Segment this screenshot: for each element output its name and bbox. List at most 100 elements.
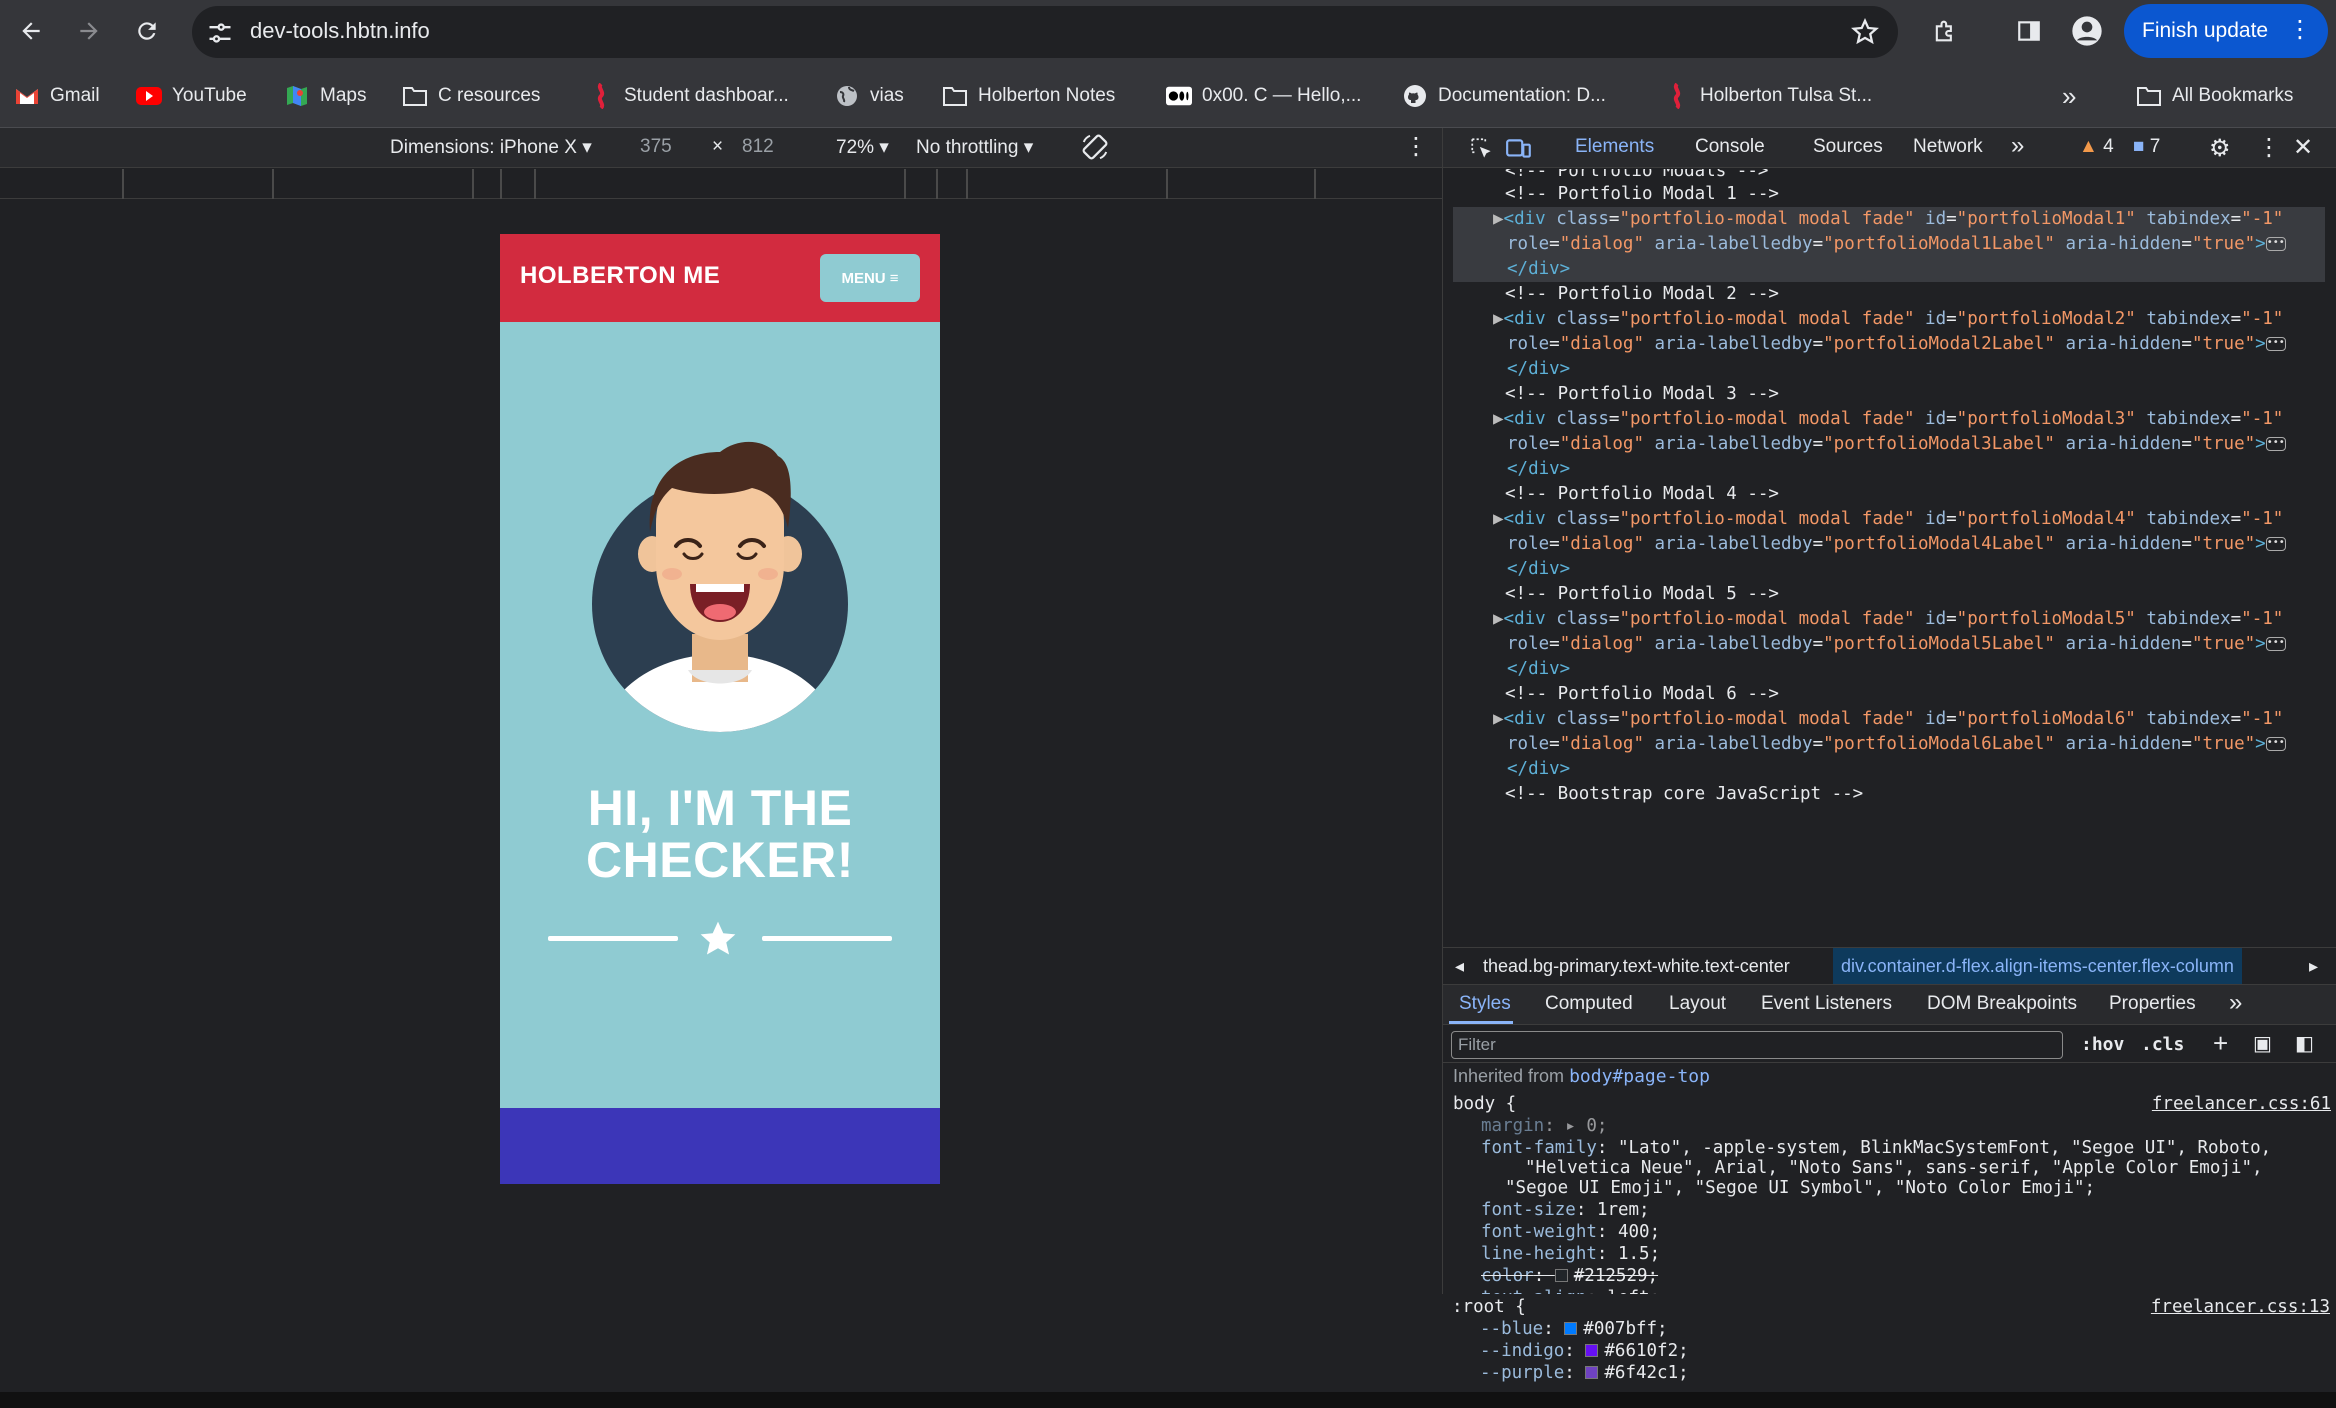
throttling-select[interactable]: No throttling ▾ — [916, 136, 1033, 159]
prop-indigo[interactable]: --indigo: #6610f2; — [1480, 1340, 1689, 1362]
profile-button[interactable] — [2070, 14, 2104, 48]
bookmark-student-dashboard[interactable]: Student dashboar... — [588, 81, 789, 111]
prop-margin[interactable]: margin: ▸ 0; — [1481, 1115, 1607, 1137]
rotate-button[interactable] — [1080, 132, 1110, 168]
cls-toggle[interactable]: .cls — [2141, 1034, 2184, 1055]
side-panel-icon — [2018, 21, 2040, 41]
bookmark-maps[interactable]: Maps — [284, 81, 366, 111]
ellipsis-icon[interactable]: ••• — [2265, 437, 2286, 451]
github-icon — [1402, 83, 1428, 109]
dom-comment: <!-- Portfolio Modal 4 --> — [1505, 484, 1779, 504]
prop-color[interactable]: color: #212529; — [1481, 1265, 1658, 1287]
site-info-icon[interactable] — [206, 19, 234, 47]
messages-badge[interactable]: ■ 7 — [2133, 136, 2160, 158]
bookmark-hello-c[interactable]: 0x00. C — Hello,... — [1166, 81, 1361, 111]
ellipsis-icon[interactable]: ••• — [2265, 537, 2286, 551]
dom-node-modal1-open[interactable]: ▶<div class="portfolio-modal modal fade"… — [1493, 207, 2336, 232]
color-swatch[interactable] — [1585, 1344, 1599, 1357]
tab-event-listeners[interactable]: Event Listeners — [1761, 993, 1892, 1015]
maps-icon — [284, 83, 310, 109]
menu-toggle-button[interactable]: MENU ≡ — [820, 254, 920, 302]
dom-node-modal6-open[interactable]: ▶<div class="portfolio-modal modal fade"… — [1493, 707, 2336, 732]
tab-computed[interactable]: Computed — [1545, 993, 1633, 1015]
styles-filter-input[interactable]: Filter — [1451, 1031, 2063, 1059]
breadcrumb-scroll-left[interactable]: ◂ — [1455, 956, 1464, 977]
bookmark-youtube[interactable]: YouTube — [136, 81, 247, 111]
ellipsis-icon[interactable]: ••• — [2265, 237, 2286, 251]
prop-blue[interactable]: --blue: #007bff; — [1480, 1318, 1668, 1340]
prop-line-height[interactable]: line-height: 1.5; — [1481, 1243, 1660, 1265]
inherited-selector[interactable]: body#page-top — [1569, 1066, 1710, 1087]
site-brand-link[interactable]: HOLBERTON ME — [520, 262, 720, 290]
bookmark-vias[interactable]: vias — [834, 81, 904, 111]
dom-node-modal4-open[interactable]: ▶<div class="portfolio-modal modal fade"… — [1493, 507, 2336, 532]
paint-icon[interactable]: ▣ — [2253, 1031, 2272, 1056]
hov-toggle[interactable]: :hov — [2081, 1034, 2124, 1055]
color-swatch[interactable] — [1564, 1322, 1578, 1335]
side-panel-button[interactable] — [2012, 14, 2046, 48]
forward-button[interactable] — [68, 10, 110, 52]
color-swatch[interactable] — [1554, 1269, 1568, 1282]
back-button[interactable] — [10, 10, 52, 52]
bookmark-label: Holberton Tulsa St... — [1700, 85, 1873, 106]
prop-font-size[interactable]: font-size: 1rem; — [1481, 1199, 1650, 1221]
device-toggle-icon[interactable] — [1505, 136, 1533, 162]
bookmark-holberton-notes[interactable]: Holberton Notes — [942, 81, 1115, 111]
devtools-more-icon[interactable]: ⋮ — [2257, 133, 2281, 162]
dom-tree[interactable]: <!-- Portfolio Modals --> <!-- Portfolio… — [1443, 169, 2336, 947]
breadcrumb-item[interactable]: thead.bg-primary.text-white.text-center — [1483, 956, 1790, 977]
settings-gear-icon[interactable]: ⚙ — [2209, 134, 2231, 163]
device-width-input[interactable]: 375 — [640, 136, 672, 158]
styles-filter-row: Filter :hov .cls + ▣ ◧ — [1443, 1025, 2336, 1063]
all-bookmarks-button[interactable]: All Bookmarks — [2136, 81, 2293, 111]
color-swatch[interactable] — [1585, 1366, 1599, 1379]
tab-console[interactable]: Console — [1695, 136, 1765, 158]
tab-styles[interactable]: Styles — [1459, 993, 1511, 1015]
devtools-panel: Elements Console Sources Network » ▲ 4 ■… — [1442, 128, 2336, 1394]
tab-sources[interactable]: Sources — [1813, 136, 1883, 158]
modal-label: "portfolioModal5Label" — [1823, 634, 2055, 654]
ellipsis-icon[interactable]: ••• — [2265, 637, 2286, 651]
prop-font-weight[interactable]: font-weight: 400; — [1481, 1221, 1660, 1243]
device-height-input[interactable]: 812 — [742, 136, 774, 158]
finish-update-button[interactable]: Finish update ⋮ — [2124, 4, 2328, 58]
prop-font-family[interactable]: font-family: "Lato", -apple-system, Blin… — [1481, 1137, 2271, 1159]
sidebar-toggle-icon[interactable]: ◧ — [2295, 1031, 2314, 1056]
dom-node-modal5-open[interactable]: ▶<div class="portfolio-modal modal fade"… — [1493, 607, 2336, 632]
add-rule-icon[interactable]: + — [2213, 1028, 2228, 1059]
dom-node-modal2-open[interactable]: ▶<div class="portfolio-modal modal fade"… — [1493, 307, 2336, 332]
ellipsis-icon[interactable]: ••• — [2265, 337, 2286, 351]
breadcrumb-scroll-right[interactable]: ▸ — [2309, 956, 2318, 977]
tab-dom-breakpoints[interactable]: DOM Breakpoints — [1927, 993, 2077, 1015]
more-style-tabs-icon[interactable]: » — [2229, 989, 2242, 1017]
extensions-button[interactable] — [1928, 14, 1962, 48]
bookmark-star-icon[interactable] — [1850, 17, 1880, 47]
ellipsis-icon[interactable]: ••• — [2265, 737, 2286, 751]
bookmark-c-resources[interactable]: C resources — [402, 81, 540, 111]
rule-selector: body { — [1453, 1094, 1517, 1114]
hero-heading: HI, I'M THE CHECKER! — [500, 782, 940, 886]
tab-layout[interactable]: Layout — [1669, 993, 1726, 1015]
bookmark-holberton-tulsa[interactable]: Holberton Tulsa St... — [1664, 81, 1872, 111]
prop-purple[interactable]: --purple: #6f42c1; — [1480, 1362, 1689, 1384]
bookmarks-overflow-button[interactable]: » — [2062, 81, 2076, 111]
bookmark-gmail[interactable]: Gmail — [14, 81, 100, 111]
device-more-options-icon[interactable]: ⋮ — [1404, 132, 1428, 161]
address-bar[interactable]: dev-tools.hbtn.info — [192, 6, 1898, 58]
reload-button[interactable] — [126, 10, 168, 52]
inspect-element-icon[interactable] — [1469, 136, 1495, 162]
more-tabs-icon[interactable]: » — [2011, 132, 2024, 160]
tab-properties[interactable]: Properties — [2109, 993, 2196, 1015]
dom-node-modal3-open[interactable]: ▶<div class="portfolio-modal modal fade"… — [1493, 407, 2336, 432]
zoom-select[interactable]: 72% ▾ — [836, 136, 889, 159]
warnings-badge[interactable]: ▲ 4 — [2079, 136, 2114, 158]
close-devtools-icon[interactable]: ✕ — [2293, 133, 2313, 162]
rule-source-link[interactable]: freelancer.css:61 — [2152, 1093, 2331, 1115]
tab-elements[interactable]: Elements — [1575, 136, 1654, 158]
device-dimensions-select[interactable]: Dimensions: iPhone X ▾ — [390, 136, 592, 159]
tab-network[interactable]: Network — [1913, 136, 1983, 158]
rule-source-link[interactable]: freelancer.css:13 — [2151, 1296, 2330, 1318]
throttling-label: No throttling — [916, 137, 1019, 158]
bookmark-documentation[interactable]: Documentation: D... — [1402, 81, 1606, 111]
breadcrumb-item-selected[interactable]: div.container.d-flex.align-items-center.… — [1833, 948, 2242, 984]
